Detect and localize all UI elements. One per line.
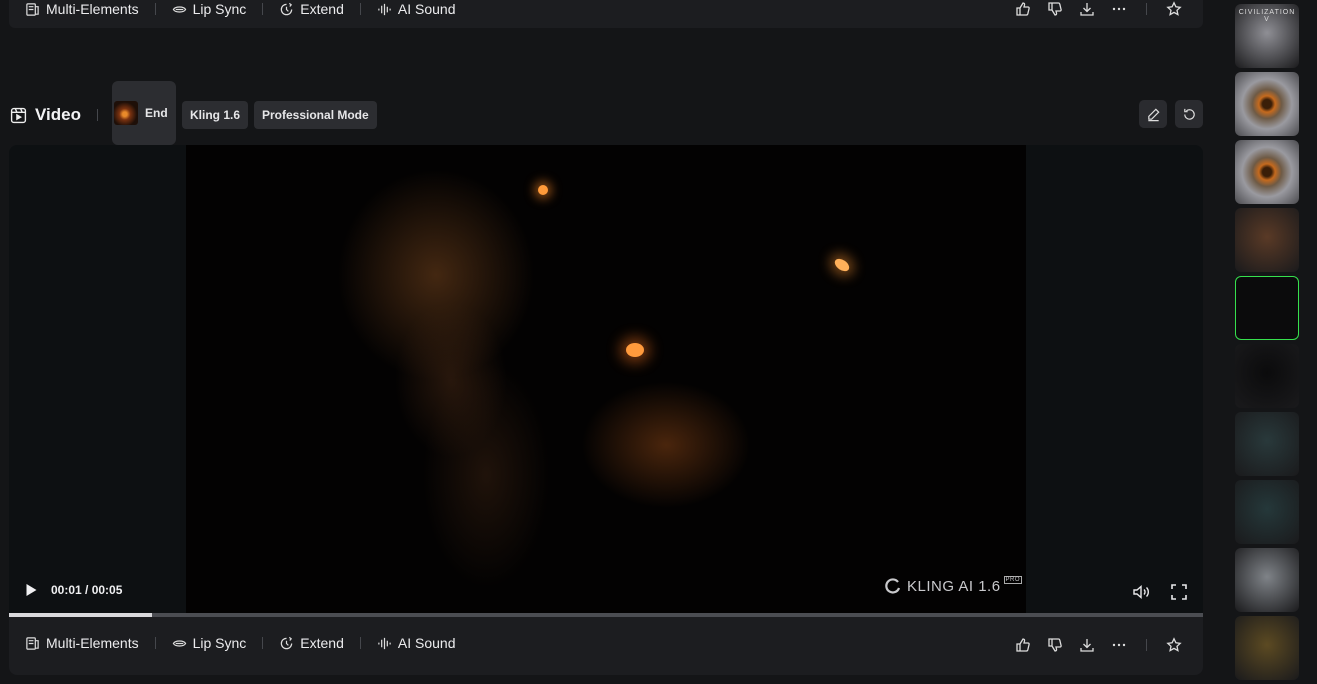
thumbnail-label: CIVILIZATION V — [1238, 9, 1296, 23]
extend-button[interactable]: Extend — [279, 635, 344, 651]
fullscreen-icon[interactable] — [1169, 582, 1189, 602]
history-thumbnail-list: CIVILIZATION V — [1235, 4, 1299, 684]
regenerate-button[interactable] — [1175, 100, 1203, 128]
ai-sound-label: AI Sound — [397, 1, 456, 17]
undo-icon — [1183, 108, 1195, 120]
lip-sync-icon — [172, 639, 186, 647]
extend-label: Extend — [300, 635, 344, 651]
end-frame-label: End — [144, 106, 168, 120]
download-button[interactable] — [1078, 636, 1096, 654]
player-right-controls — [1131, 582, 1189, 602]
time-display: 00:01 / 00:05 — [51, 583, 123, 597]
history-thumbnail[interactable] — [1235, 208, 1299, 272]
multi-elements-label: Multi-Elements — [46, 1, 139, 17]
history-thumbnail[interactable] — [1235, 616, 1299, 680]
star-icon — [1166, 1, 1182, 16]
playback-controls: 00:01 / 00:05 — [23, 582, 122, 598]
thumbs-up-button[interactable] — [1014, 636, 1032, 654]
watermark-text: KLING AI 1.6 — [907, 577, 1001, 595]
video-player[interactable]: KLING AI 1.6 PRO 00:01 / 00:05 — [9, 145, 1203, 617]
multi-elements-icon — [26, 636, 39, 650]
model-label: Kling 1.6 — [189, 108, 240, 122]
extend-icon — [281, 2, 293, 15]
thumbs-down-button[interactable] — [1046, 0, 1064, 18]
history-thumbnail[interactable] — [1235, 72, 1299, 136]
history-thumbnail[interactable] — [1235, 480, 1299, 544]
top-action-toolbar: Multi-Elements Lip Sync Extend AI Sound — [9, 0, 1203, 28]
ember-light — [538, 185, 548, 195]
mode-chip[interactable]: Professional Mode — [254, 101, 377, 129]
extend-button[interactable]: Extend — [279, 1, 344, 17]
sound-wave-icon — [378, 3, 391, 15]
download-button[interactable] — [1078, 0, 1096, 18]
sound-wave-icon — [378, 637, 391, 649]
lip-sync-label: Lip Sync — [192, 635, 247, 651]
lip-sync-button[interactable]: Lip Sync — [172, 635, 247, 651]
favorite-button[interactable] — [1165, 636, 1183, 654]
ai-sound-button[interactable]: AI Sound — [377, 635, 456, 651]
multi-elements-button[interactable]: Multi-Elements — [25, 635, 139, 651]
thumbs-up-icon — [1016, 2, 1030, 16]
history-thumbnail[interactable]: CIVILIZATION V — [1235, 4, 1299, 68]
thumbs-down-icon — [1048, 638, 1062, 652]
end-frame-thumbnail — [113, 101, 138, 125]
kling-logo-icon — [885, 578, 901, 594]
lip-sync-button[interactable]: Lip Sync — [172, 1, 247, 17]
thumbs-up-button[interactable] — [1014, 0, 1032, 18]
bottom-action-toolbar: Multi-Elements Lip Sync Extend AI Sound — [9, 617, 1203, 675]
edit-button[interactable] — [1139, 100, 1167, 128]
volume-icon[interactable] — [1131, 582, 1151, 602]
video-frame — [186, 145, 1026, 613]
history-thumbnail[interactable] — [1235, 344, 1299, 408]
thumbs-down-icon — [1048, 2, 1062, 16]
history-thumbnail[interactable] — [1235, 140, 1299, 204]
history-thumbnail[interactable] — [1235, 276, 1299, 340]
extend-icon — [281, 636, 293, 649]
more-button[interactable] — [1110, 636, 1128, 654]
history-thumbnail[interactable] — [1235, 548, 1299, 612]
lip-sync-icon — [172, 5, 186, 13]
extend-label: Extend — [300, 1, 344, 17]
video-title: Video — [10, 105, 81, 125]
history-thumbnail[interactable] — [1235, 412, 1299, 476]
kling-watermark: KLING AI 1.6 PRO — [884, 576, 1023, 595]
multi-elements-button[interactable]: Multi-Elements — [25, 1, 139, 17]
end-frame-chip[interactable]: End — [111, 81, 176, 145]
more-icon — [1112, 643, 1126, 647]
favorite-button[interactable] — [1165, 0, 1183, 18]
ai-sound-label: AI Sound — [397, 635, 456, 651]
thumbs-up-icon — [1016, 638, 1030, 652]
lip-sync-label: Lip Sync — [192, 1, 247, 17]
star-icon — [1166, 637, 1182, 652]
more-button[interactable] — [1110, 0, 1128, 18]
ember-light — [626, 343, 644, 357]
ember-light — [832, 256, 852, 274]
play-icon[interactable] — [23, 582, 39, 598]
download-icon — [1080, 3, 1094, 16]
video-header: Video End Kling 1.6 Professional Mode — [10, 81, 1203, 145]
multi-elements-icon — [26, 2, 39, 16]
more-icon — [1112, 7, 1126, 11]
video-title-text: Video — [35, 105, 81, 124]
video-icon — [10, 107, 27, 123]
download-icon — [1080, 639, 1094, 652]
watermark-badge: PRO — [1003, 576, 1023, 584]
mode-label: Professional Mode — [262, 108, 369, 122]
thumbs-down-button[interactable] — [1046, 636, 1064, 654]
edit-pencil-icon — [1147, 107, 1160, 121]
multi-elements-label: Multi-Elements — [46, 635, 139, 651]
ai-sound-button[interactable]: AI Sound — [377, 1, 456, 17]
model-chip[interactable]: Kling 1.6 — [181, 101, 248, 129]
